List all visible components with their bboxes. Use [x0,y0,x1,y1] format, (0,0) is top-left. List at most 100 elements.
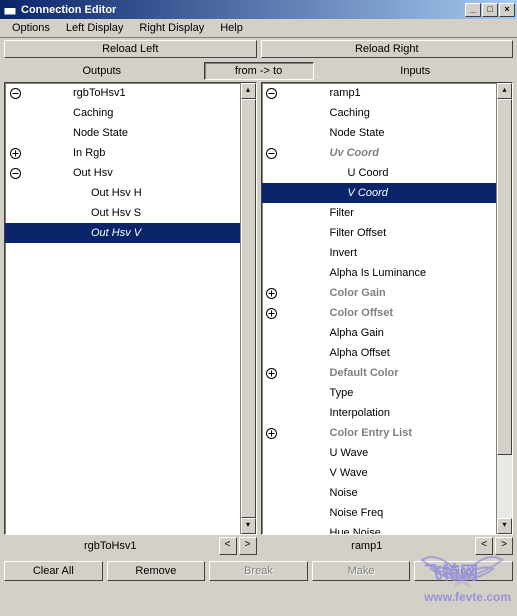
tree-item[interactable]: Noise [262,483,497,503]
tree-label: Filter Offset [330,227,387,239]
tree-item[interactable]: Uv Coord [262,143,497,163]
inputs-label: Inputs [318,62,514,80]
tree-label: Noise [330,487,358,499]
close-button[interactable]: × [499,3,515,17]
tree-item[interactable]: Color Gain [262,283,497,303]
tree-item[interactable]: Alpha Is Luminance [262,263,497,283]
scroll-down-icon[interactable]: ▾ [241,518,256,534]
reload-left-button[interactable]: Reload Left [4,40,257,58]
tree-label: In Rgb [73,147,105,159]
tree-item[interactable]: In Rgb [5,143,240,163]
tree-item[interactable]: Alpha Offset [262,343,497,363]
tree-label: Node State [330,127,385,139]
tree-item[interactable]: Out Hsv H [5,183,240,203]
tree-item[interactable]: Color Offset [262,303,497,323]
tree-label: V Wave [330,467,368,479]
make-button[interactable]: Make [312,561,411,581]
tree-item[interactable]: Node State [5,123,240,143]
tree-label: Noise Freq [330,507,384,519]
tree-label: U Coord [348,167,389,179]
window-title: Connection Editor [21,4,465,16]
tree-label: Alpha Is Luminance [330,267,427,279]
from-to-button[interactable]: from -> to [204,62,314,80]
collapse-icon[interactable] [266,147,278,159]
left-scrollbar[interactable]: ▴ ▾ [240,83,256,534]
tree-root[interactable]: rgbToHsv1 [5,83,240,103]
tree-label: Color Gain [330,287,386,299]
collapse-icon[interactable] [9,87,21,99]
tree-item[interactable]: Noise Freq [262,503,497,523]
maximize-button[interactable]: □ [482,3,498,17]
tree-item[interactable]: Out Hsv V [5,223,240,243]
tree-label: Type [330,387,354,399]
scroll-up-icon[interactable]: ▴ [497,83,512,99]
expand-icon[interactable] [266,287,278,299]
tree-item[interactable]: U Coord [262,163,497,183]
collapse-icon[interactable] [9,167,21,179]
tree-item[interactable]: Color Entry List [262,423,497,443]
tree-label: Alpha Offset [330,347,390,359]
right-tree[interactable]: ramp1 Caching Node State Uv Coord U Coord V C… [262,83,497,534]
left-prev-button[interactable]: < [219,537,237,555]
close-button-action[interactable]: Close [414,561,513,581]
break-button[interactable]: Break [209,561,308,581]
scroll-thumb[interactable] [497,99,512,455]
tree-label: Filter [330,207,354,219]
tree-item[interactable]: Filter [262,203,497,223]
tree-root[interactable]: ramp1 [262,83,497,103]
menu-left-display[interactable]: Left Display [58,20,131,36]
menu-right-display[interactable]: Right Display [131,20,212,36]
tree-item[interactable]: Alpha Gain [262,323,497,343]
tree-label: Node State [73,127,128,139]
expand-icon[interactable] [266,307,278,319]
scroll-up-icon[interactable]: ▴ [241,83,256,99]
tree-item[interactable]: Filter Offset [262,223,497,243]
expand-icon[interactable] [266,367,278,379]
right-pane: ramp1 Caching Node State Uv Coord U Coord V C… [261,82,514,535]
minimize-button[interactable]: _ [465,3,481,17]
tree-item[interactable]: Out Hsv [5,163,240,183]
tree-item[interactable]: Default Color [262,363,497,383]
expand-icon[interactable] [266,427,278,439]
left-node-name: rgbToHsv1 [4,540,217,552]
tree-item[interactable]: Invert [262,243,497,263]
tree-item[interactable]: U Wave [262,443,497,463]
remove-button[interactable]: Remove [107,561,206,581]
outputs-label: Outputs [4,62,200,80]
tree-label: Alpha Gain [330,327,384,339]
tree-label: Invert [330,247,358,259]
right-scrollbar[interactable]: ▴ ▾ [496,83,512,534]
tree-label: Interpolation [330,407,391,419]
tree-item[interactable]: Out Hsv S [5,203,240,223]
tree-label: Out Hsv H [91,187,142,199]
reload-right-button[interactable]: Reload Right [261,40,514,58]
tree-item[interactable]: Node State [262,123,497,143]
tree-label: Color Offset [330,307,394,319]
tree-label: Default Color [330,367,399,379]
menu-help[interactable]: Help [212,20,251,36]
right-next-button[interactable]: > [495,537,513,555]
tree-label: V Coord [348,187,388,199]
tree-item[interactable]: Caching [262,103,497,123]
tree-label: Color Entry List [330,427,413,439]
scroll-thumb[interactable] [241,99,256,518]
clear-all-button[interactable]: Clear All [4,561,103,581]
tree-item[interactable]: V Coord [262,183,497,203]
tree-item[interactable]: Hue Noise [262,523,497,534]
left-tree[interactable]: rgbToHsv1Caching Node State In Rgb Out Hsv O… [5,83,240,534]
collapse-icon[interactable] [266,87,278,99]
tree-item[interactable]: Interpolation [262,403,497,423]
app-icon [2,2,18,18]
tree-label: Out Hsv [73,167,113,179]
scroll-down-icon[interactable]: ▾ [497,518,512,534]
tree-item[interactable]: V Wave [262,463,497,483]
tree-label: ramp1 [330,87,361,99]
tree-label: U Wave [330,447,369,459]
tree-item[interactable]: Caching [5,103,240,123]
tree-item[interactable]: Type [262,383,497,403]
menu-options[interactable]: Options [4,20,58,36]
right-prev-button[interactable]: < [475,537,493,555]
left-pane: rgbToHsv1Caching Node State In Rgb Out Hsv O… [4,82,257,535]
left-next-button[interactable]: > [239,537,257,555]
expand-icon[interactable] [9,147,21,159]
